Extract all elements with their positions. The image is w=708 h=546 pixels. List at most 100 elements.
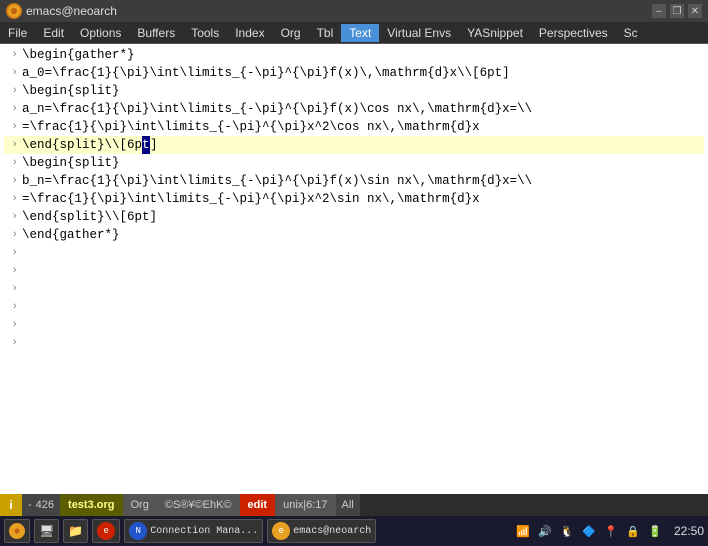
status-all: All <box>336 494 360 516</box>
line-11: › <box>4 244 704 262</box>
line-gutter-5: › <box>4 136 18 154</box>
maximize-button[interactable]: ❐ <box>670 4 684 18</box>
menubar-item-org[interactable]: Org <box>273 24 309 42</box>
menubar: FileEditOptionsBuffersToolsIndexOrgTblTe… <box>0 22 708 44</box>
tray-icon-3: 🔷 <box>580 522 598 540</box>
menubar-item-virtual-envs[interactable]: Virtual Envs <box>379 24 459 42</box>
line-gutter-6: › <box>4 154 18 172</box>
line-gutter-16: › <box>4 334 18 352</box>
line-2: ›\begin{split} <box>4 82 704 100</box>
line-gutter-14: › <box>4 298 18 316</box>
status-unix: unix | 6:17 <box>275 494 335 516</box>
line-text-0: \begin{gather*} <box>22 46 135 64</box>
line-gutter-1: › <box>4 64 18 82</box>
status-filename: test3.org <box>60 494 122 516</box>
line-9: ›\end{split}\\[6pt] <box>4 208 704 226</box>
menubar-item-file[interactable]: File <box>0 24 35 42</box>
status-mode: Org <box>123 494 157 516</box>
line-19 <box>4 388 704 406</box>
editor[interactable]: ›\begin{gather*}›a_0=\frac{1}{\pi}\int\l… <box>0 44 708 494</box>
tray-icon-1: 📶 <box>514 522 532 540</box>
menubar-item-buffers[interactable]: Buffers <box>129 24 183 42</box>
line-0: ›\begin{gather*} <box>4 46 704 64</box>
line-14: › <box>4 298 704 316</box>
line-gutter-9: › <box>4 208 18 226</box>
line-text-1: a_0=\frac{1}{\pi}\int\limits_{-\pi}^{\pi… <box>22 64 510 82</box>
line-gutter-0: › <box>4 46 18 64</box>
line-text-10: \end{gather*} <box>22 226 120 244</box>
line-text-8: =\frac{1}{\pi}\int\limits_{-\pi}^{\pi}x^… <box>22 190 480 208</box>
cursor: t <box>142 136 150 154</box>
emacs-app-icon: e <box>97 522 115 540</box>
taskbar-files[interactable]: 📁 <box>63 519 88 543</box>
line-text-7: b_n=\frac{1}{\pi}\int\limits_{-\pi}^{\pi… <box>22 172 532 190</box>
line-text-9: \end{split}\\[6pt] <box>22 208 157 226</box>
line-8: ›=\frac{1}{\pi}\int\limits_{-\pi}^{\pi}x… <box>4 190 704 208</box>
tray-icon-6: 🔋 <box>646 522 664 540</box>
tray-icon-5: 🔒 <box>624 522 642 540</box>
menubar-item-sc[interactable]: Sc <box>616 24 646 42</box>
taskbar: 🖥 📁 e N Connection Mana... e emacs@neoar… <box>0 516 708 546</box>
menubar-item-index[interactable]: Index <box>227 24 272 42</box>
line-gutter-12: › <box>4 262 18 280</box>
menubar-item-options[interactable]: Options <box>72 24 129 42</box>
taskbar-tray: 📶 🔊 🐧 🔷 📍 🔒 🔋 22:50 <box>514 522 704 540</box>
line-17 <box>4 352 704 370</box>
connection-manager-label: Connection Mana... <box>150 526 258 537</box>
menubar-item-yasnippet[interactable]: YASnippet <box>459 24 531 42</box>
line-15: › <box>4 316 704 334</box>
tray-icon-4: 📍 <box>602 522 620 540</box>
folder-icon: 📁 <box>68 524 83 539</box>
taskbar-emacs-window[interactable]: e emacs@neoarch <box>267 519 376 543</box>
line-18 <box>4 370 704 388</box>
menubar-item-tools[interactable]: Tools <box>183 24 227 42</box>
menubar-item-perspectives[interactable]: Perspectives <box>531 24 616 42</box>
tray-icon-penguin: 🐧 <box>558 522 576 540</box>
menubar-item-tbl[interactable]: Tbl <box>309 24 342 42</box>
line-gutter-10: › <box>4 226 18 244</box>
line-gutter-3: › <box>4 100 18 118</box>
line-gutter-13: › <box>4 280 18 298</box>
line-5: ›\end{split}\\[6pt] <box>4 136 704 154</box>
emacs-window-label: emacs@neoarch <box>293 526 371 537</box>
line-13: › <box>4 280 704 298</box>
taskbar-show-desktop[interactable]: 🖥 <box>34 519 59 543</box>
line-text-3: a_n=\frac{1}{\pi}\int\limits_{-\pi}^{\pi… <box>22 100 532 118</box>
line-gutter-11: › <box>4 244 18 262</box>
status-encoding: ©S®¥©EhK© <box>157 494 240 516</box>
menubar-item-edit[interactable]: Edit <box>35 24 72 42</box>
line-gutter-8: › <box>4 190 18 208</box>
close-button[interactable]: ✕ <box>688 4 702 18</box>
window-title: emacs@neoarch <box>26 4 117 18</box>
status-icon: i <box>0 494 22 516</box>
line-16: › <box>4 334 704 352</box>
status-dash: - <box>28 499 32 511</box>
status-number: 426 <box>36 499 54 511</box>
minimize-button[interactable]: – <box>652 4 666 18</box>
line-text-4: =\frac{1}{\pi}\int\limits_{-\pi}^{\pi}x^… <box>22 118 480 136</box>
tray-icon-2: 🔊 <box>536 522 554 540</box>
line-7: ›b_n=\frac{1}{\pi}\int\limits_{-\pi}^{\p… <box>4 172 704 190</box>
titlebar-left: emacs@neoarch <box>6 3 117 19</box>
titlebar: emacs@neoarch – ❐ ✕ <box>0 0 708 22</box>
line-gutter-2: › <box>4 82 18 100</box>
emacs-window-icon: e <box>272 522 290 540</box>
status-edit: edit <box>240 494 276 516</box>
line-text-2: \begin{split} <box>22 82 120 100</box>
line-gutter-7: › <box>4 172 18 190</box>
line-1: ›a_0=\frac{1}{\pi}\int\limits_{-\pi}^{\p… <box>4 64 704 82</box>
line-6: ›\begin{split} <box>4 154 704 172</box>
line-10: ›\end{gather*} <box>4 226 704 244</box>
emacs-taskbar-icon <box>9 523 25 539</box>
line-4: ›=\frac{1}{\pi}\int\limits_{-\pi}^{\pi}x… <box>4 118 704 136</box>
menubar-item-text[interactable]: Text <box>341 24 379 42</box>
status-line-number: - 426 <box>22 494 60 516</box>
statusbar: i - 426 test3.org Org ©S®¥©EhK© edit uni… <box>0 494 708 516</box>
emacs-icon <box>6 3 22 19</box>
line-gutter-4: › <box>4 118 18 136</box>
editor-content[interactable]: ›\begin{gather*}›a_0=\frac{1}{\pi}\int\l… <box>0 44 708 494</box>
taskbar-emacs-icon[interactable] <box>4 519 30 543</box>
line-text-6: \begin{split} <box>22 154 120 172</box>
taskbar-connection-manager[interactable]: N Connection Mana... <box>124 519 263 543</box>
taskbar-emacs-app[interactable]: e <box>92 519 120 543</box>
